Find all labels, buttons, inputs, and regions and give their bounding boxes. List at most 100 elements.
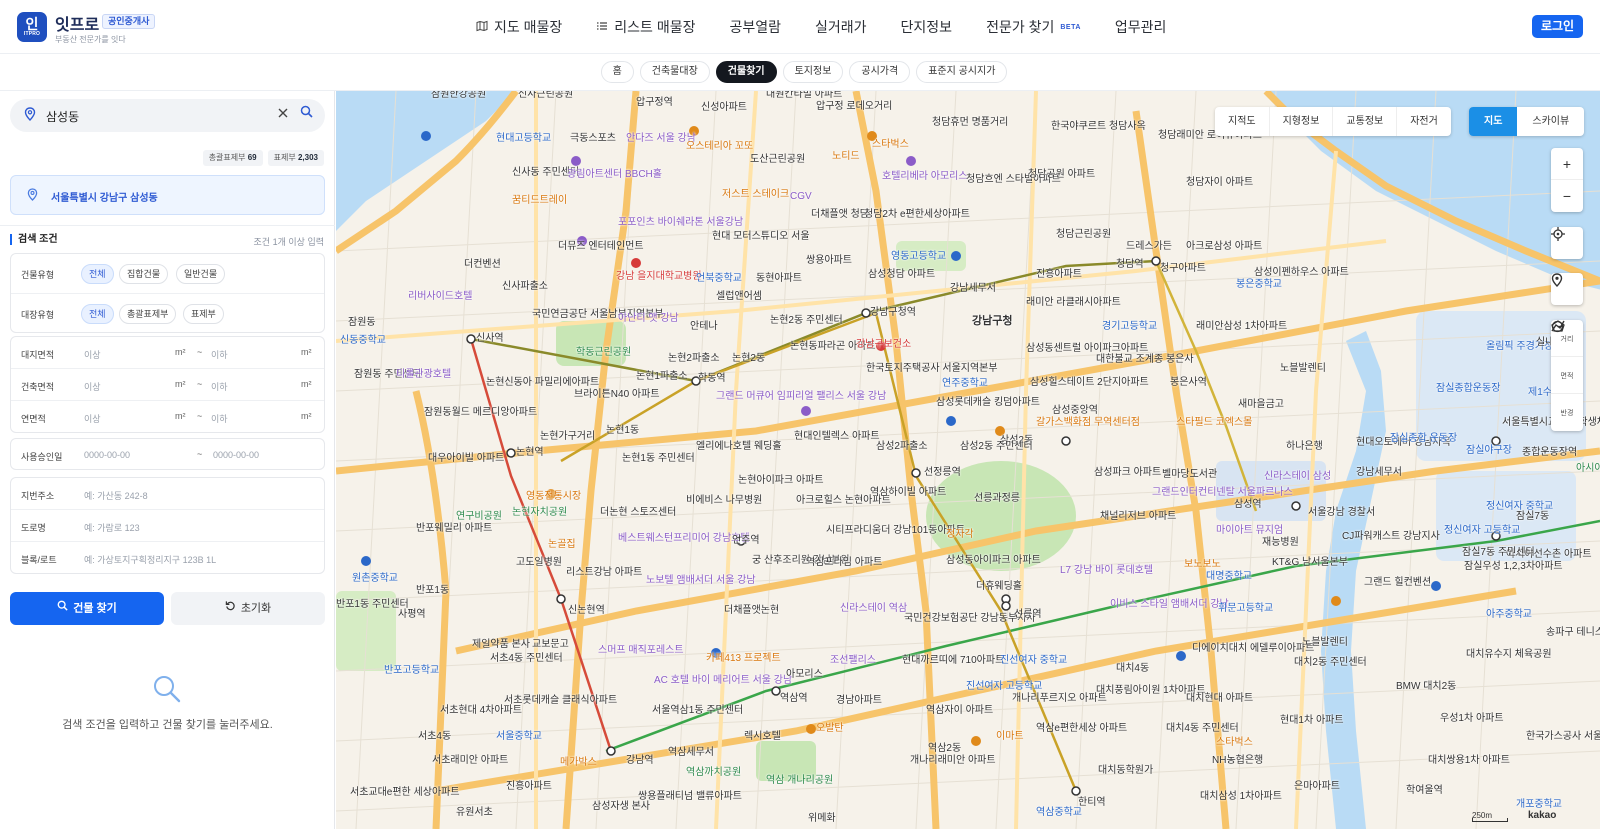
map-label[interactable]: 비에비스 나무병원 xyxy=(686,495,762,507)
map-label[interactable]: 호텔리베라 아모리스 xyxy=(882,171,968,183)
land-area-max-input[interactable]: 이하 xyxy=(211,348,228,361)
map-label[interactable]: 더채플앳논현 xyxy=(724,605,779,617)
map-label[interactable]: 학동근린공원 xyxy=(576,347,631,359)
map-label[interactable]: 청담역 xyxy=(1116,259,1144,271)
map-label[interactable]: CGV xyxy=(790,191,812,203)
map-label[interactable]: 강남구청역 xyxy=(870,307,916,319)
map-label[interactable]: 잠원동월드 메르디앙아파트 xyxy=(424,407,537,419)
nav-work-management[interactable]: 업무관리 xyxy=(1115,17,1167,37)
map-label[interactable]: 서초래미안 아파트 xyxy=(432,755,508,767)
map-label[interactable]: 진선여자 중학교 xyxy=(1000,655,1067,667)
map-label[interactable]: 종합운동장역 xyxy=(1522,447,1577,459)
map-label[interactable]: 봉은사역 xyxy=(1170,377,1207,389)
map-label[interactable]: 더컨벤션 xyxy=(464,259,501,271)
nav-transaction-price[interactable]: 실거래가 xyxy=(815,17,867,37)
map-label[interactable]: 서울역삼1동 주민센터 xyxy=(652,705,743,717)
map-label[interactable]: AC 호텔 바이 메리어트 서울 강남 xyxy=(654,675,792,687)
map-label[interactable]: 그랜드인터컨티넨탈 서울파르나스 xyxy=(1152,487,1293,499)
map-label[interactable]: 강남 을지대학교병원 xyxy=(616,271,702,283)
map-label[interactable]: 시티프라디움더 강남101동아파트 xyxy=(826,525,965,537)
view-map[interactable]: 지도 xyxy=(1469,107,1518,136)
map-label[interactable]: 신사파출소 xyxy=(502,281,548,293)
map-label[interactable]: 논현1동 주민센터 xyxy=(622,453,695,465)
map-label[interactable]: 논현2동 xyxy=(732,353,765,365)
map-label[interactable]: 스머프 매직포레스트 xyxy=(598,645,684,657)
map-label[interactable]: 잠실우성 1,2,3차아파트 xyxy=(1464,561,1563,573)
map-label[interactable]: 대치현대 아파트 xyxy=(1186,693,1253,705)
map-label[interactable]: 역삼중학교 xyxy=(1036,807,1082,819)
selected-address-card[interactable]: 서울특별시 강남구 삼성동 xyxy=(10,175,325,215)
map-label[interactable]: 그랜드 머큐어 임피리얼 팰리스 서울 강남 xyxy=(716,391,886,403)
map-label[interactable]: 현대 모터스튜디오 서울 xyxy=(712,231,810,243)
tab-land-info[interactable]: 토지정보 xyxy=(782,61,844,83)
map-label[interactable]: 스타벅스 xyxy=(872,139,909,151)
map-label[interactable]: 사평역 xyxy=(398,609,426,621)
map-label[interactable]: 래미안 라클래시아파트 xyxy=(1026,297,1121,309)
map-label[interactable]: 쌍용아파트 xyxy=(806,255,852,267)
map-label[interactable]: 대한불교 조계종 봉은사 xyxy=(1096,354,1194,366)
ledger-type-title[interactable]: 표제부 xyxy=(183,304,224,324)
map-label[interactable]: 아크로삼성 아파트 xyxy=(1186,241,1262,253)
map-label[interactable]: 신사근린공원 xyxy=(518,91,573,101)
map-label[interactable]: 제일약품 본사 xyxy=(472,639,530,651)
map-label[interactable]: 역삼2동 xyxy=(928,743,961,755)
map-label[interactable]: 갈가스백화점 무역센터점 xyxy=(1036,417,1140,429)
map-label[interactable]: 노티드 xyxy=(832,151,860,163)
map-label[interactable]: 광림아트센터 BBCH홀 xyxy=(567,169,662,181)
map-label[interactable]: 청담근린공원 xyxy=(1056,229,1111,241)
tab-building-search[interactable]: 건물찾기 xyxy=(715,61,777,83)
map-label[interactable]: 현대고등학교 xyxy=(496,133,551,145)
map-label[interactable]: 청구아파트 xyxy=(1160,263,1206,275)
map-label[interactable]: 삼성파크 아파트 xyxy=(1094,467,1161,479)
map-label[interactable]: 청담자이 아파트 xyxy=(1186,177,1253,189)
map-label[interactable]: 청담2차 e편한세상아파트 xyxy=(864,209,970,221)
road-input[interactable]: 예: 가람로 123 xyxy=(84,521,140,534)
map-label[interactable]: 언주역 xyxy=(732,535,760,547)
map-label[interactable]: 한티역 xyxy=(1078,797,1106,809)
login-button[interactable]: 로그인 xyxy=(1532,15,1583,38)
map-label[interactable]: 신사역 xyxy=(476,333,504,345)
map-label[interactable]: 하나은행 xyxy=(1286,441,1323,453)
map-label[interactable]: 한국가스공사 서울지역본부 xyxy=(1526,731,1600,743)
map-label[interactable]: L7 강남 바이 롯데호텔 xyxy=(1060,565,1153,577)
map-label[interactable]: 꿈티드트레이 xyxy=(512,195,567,207)
map-label[interactable]: 진흥아파트 xyxy=(506,781,552,793)
map-label[interactable]: 학여울역 xyxy=(1406,785,1443,797)
map-label[interactable]: 정신여자 고등학교 xyxy=(1444,525,1520,537)
land-area-min-input[interactable]: 이상 xyxy=(84,348,101,361)
map-label[interactable]: KT&G 남서울본부 xyxy=(1272,557,1348,569)
building-type-aggregate[interactable]: 집합건물 xyxy=(119,264,169,284)
map-label[interactable]: 쌍용플래티넘 밸류아파트 xyxy=(638,791,742,803)
map-label[interactable]: 보노보노 xyxy=(1184,559,1221,571)
clear-icon[interactable] xyxy=(277,106,289,122)
logo[interactable]: 인 ITPRO xyxy=(17,12,47,42)
map-label[interactable]: 청담공원 아파트 xyxy=(1028,169,1095,181)
map-label[interactable]: BMW 대치2동 xyxy=(1396,681,1456,693)
map-label[interactable]: 삼성청담 아파트 xyxy=(868,269,935,281)
map-label[interactable]: 진흥아파트 xyxy=(1036,269,1082,281)
map-label[interactable]: 논현2동 주민센터 xyxy=(770,315,843,327)
map-label[interactable]: 대치삼성 1차아파트 xyxy=(1200,791,1282,803)
location-pin-icon[interactable] xyxy=(1551,273,1583,305)
map-label[interactable]: 대원칸타빌 아파트 xyxy=(766,91,842,101)
map-label[interactable]: 역삼역 xyxy=(780,693,808,705)
map-label[interactable]: 연주중학교 xyxy=(942,378,988,390)
map-label[interactable]: 역삼프라임 아파트 xyxy=(806,557,882,569)
nav-list-listings[interactable]: 리스트 매물장 xyxy=(596,17,695,37)
map-label[interactable]: 더뮤즈 엔터테인먼트 xyxy=(558,241,644,253)
map-label[interactable]: 채널리저브 아파트 xyxy=(1100,511,1176,523)
map-label[interactable]: 대치쌍용1차 아파트 xyxy=(1428,755,1510,767)
tab-standard-land-price[interactable]: 표준지 공시지가 xyxy=(916,61,1008,83)
map-label[interactable]: 언북중학교 xyxy=(696,273,742,285)
map-label[interactable]: 마이아트 뮤지엄 xyxy=(1216,525,1283,537)
map-label[interactable]: 강남구청 xyxy=(972,315,1012,327)
map-label[interactable]: 반포1동 xyxy=(416,585,449,597)
map-label[interactable]: 더채플앳 청담 xyxy=(811,209,869,221)
map-label[interactable]: NH농협은행 xyxy=(1212,755,1263,767)
map-label[interactable]: 연구비공원 xyxy=(456,511,502,523)
map-label[interactable]: 경기고등학교 xyxy=(1102,321,1157,333)
map-label[interactable]: 서초4동 주민센터 xyxy=(490,653,563,665)
map-label[interactable]: 이비스 스타일 앰배서더 강남 xyxy=(1110,599,1229,611)
map-label[interactable]: 이마트 xyxy=(996,731,1024,743)
map-label[interactable]: 리스트강남 아파트 xyxy=(566,567,642,579)
